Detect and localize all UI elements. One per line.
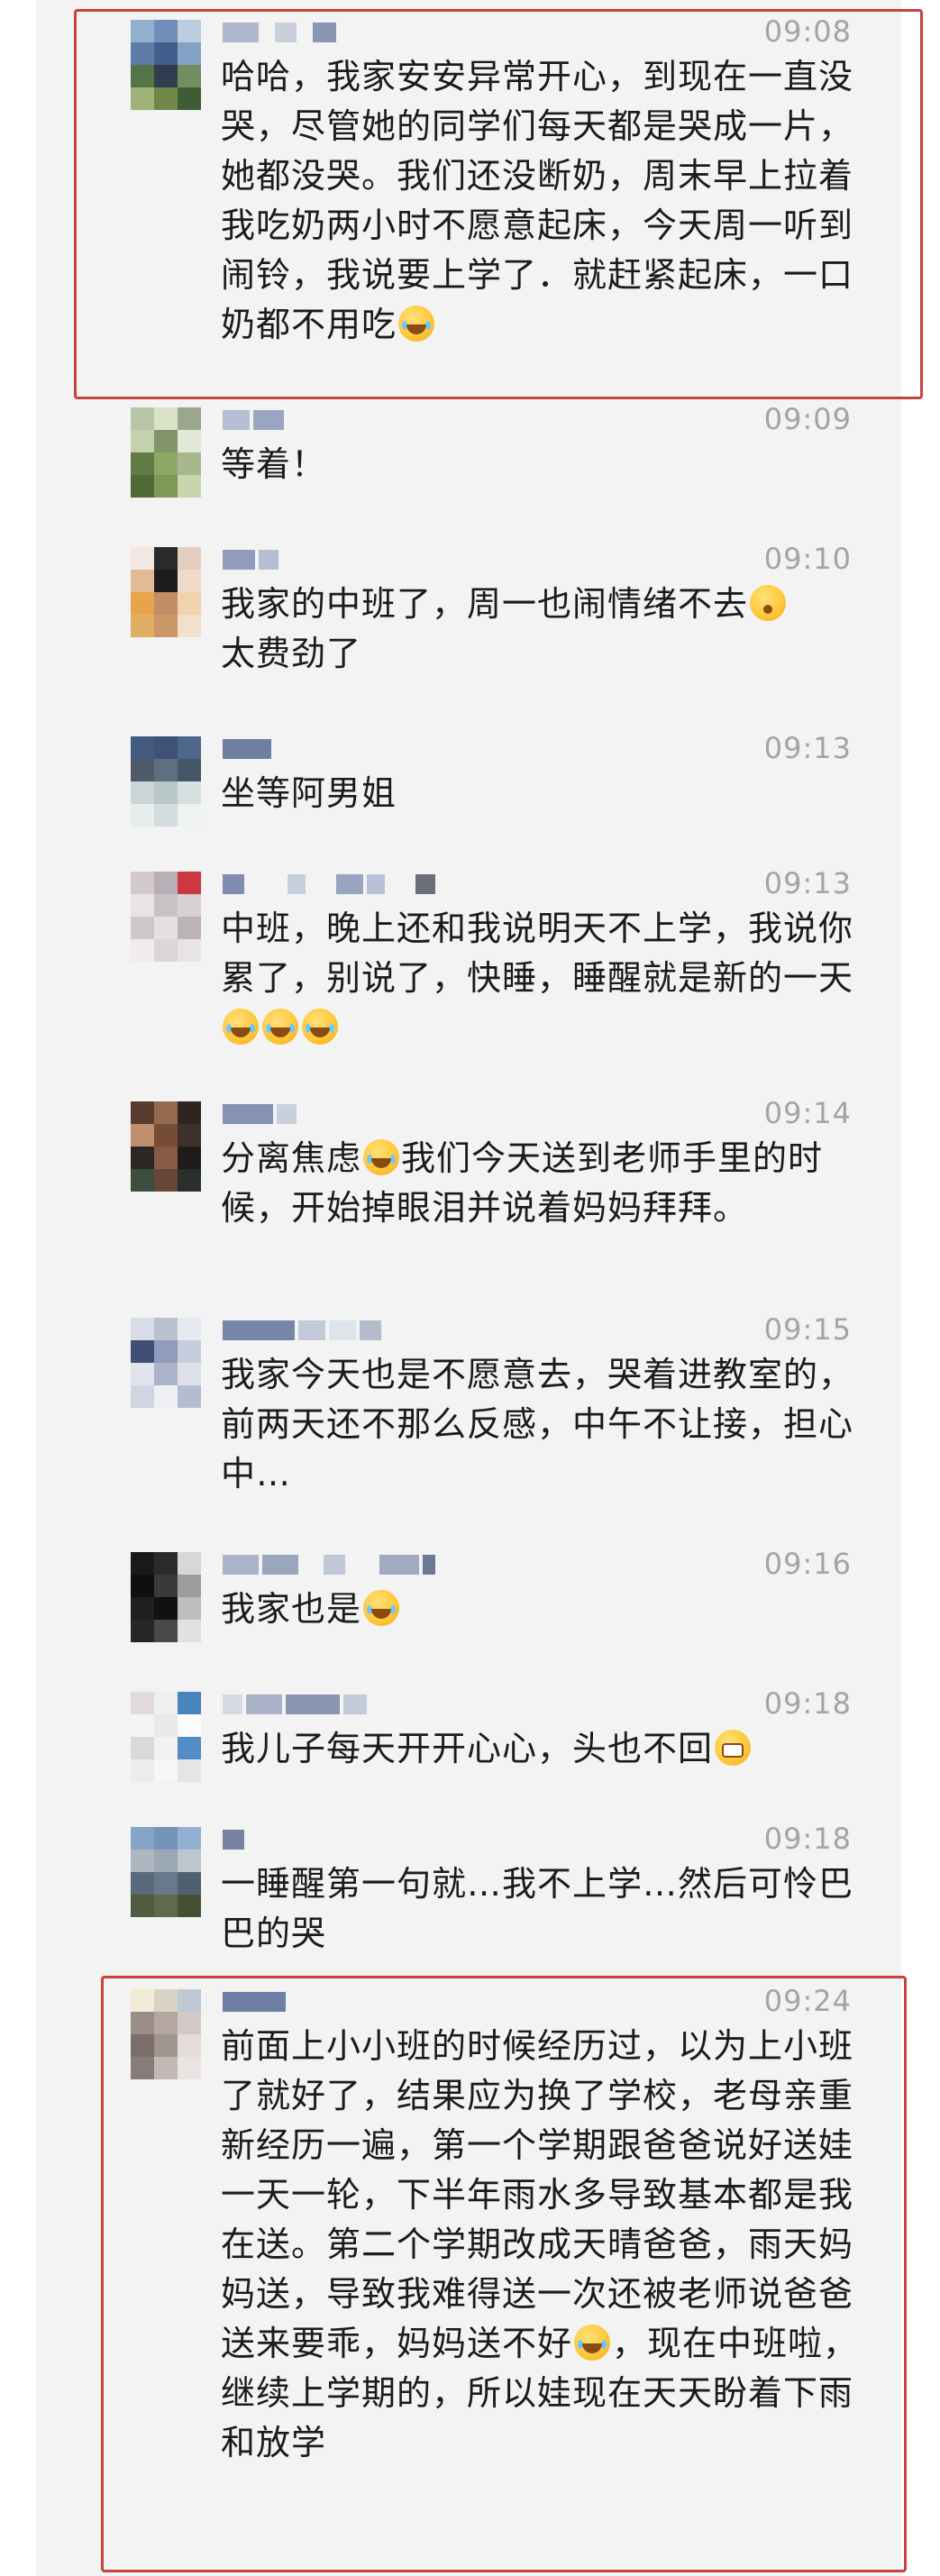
laugh-emoji-icon — [223, 1009, 259, 1045]
comment-item[interactable]: 09:14 分离焦虑 我们今天送到老师手里的时候，开始掉眼泪并说着妈妈拜拜。 — [36, 1082, 901, 1298]
timestamp: 09:10 — [763, 542, 852, 576]
comment-text: 等着！ — [221, 440, 861, 489]
comment-text-main: 中班，晚上还和我说明天不上学，我说你累了，别说了，快睡，睡醒就是新的一天 — [221, 909, 854, 998]
username-pixelated[interactable] — [223, 1318, 457, 1343]
comment-text: 我儿子每天开开心心，头也不回 — [221, 1724, 861, 1774]
avatar[interactable] — [131, 547, 201, 637]
comment-text: 我家的中班了，周一也闹情绪不去 太费劲了 — [221, 580, 861, 679]
avatar[interactable] — [131, 1692, 201, 1782]
timestamp: 09:09 — [763, 402, 852, 436]
username-pixelated[interactable] — [223, 1552, 457, 1577]
username-pixelated[interactable] — [223, 1101, 457, 1127]
grin-emoji-icon — [715, 1730, 752, 1766]
timestamp: 09:13 — [763, 731, 852, 765]
laugh-emoji-icon — [262, 1009, 298, 1045]
avatar[interactable] — [131, 736, 201, 827]
comment-text-main: 等着！ — [221, 444, 327, 484]
comment-item[interactable]: 09:18 一睡醒第一句就…我不上学…然后可怜巴巴的哭 — [36, 1807, 901, 1969]
comment-item[interactable]: 09:09 等着！ — [36, 388, 901, 527]
comment-text-main: 我家今天也是不愿意去，哭着进教室的，前两天还不那么反感，中午不让接，担心中… — [221, 1355, 854, 1494]
comment-text: 我家也是 — [221, 1585, 861, 1634]
avatar[interactable] — [131, 1552, 201, 1642]
avatar[interactable] — [131, 1318, 201, 1408]
timestamp: 09:13 — [763, 866, 852, 900]
laugh-emoji-icon — [363, 1139, 400, 1175]
comment-text: 坐等阿男姐 — [221, 769, 861, 818]
comment-text: 分离焦虑 我们今天送到老师手里的时候，开始掉眼泪并说着妈妈拜拜。 — [221, 1134, 861, 1233]
highlight-box — [101, 1976, 907, 2572]
comment-text: 我家今天也是不愿意去，哭着进教室的，前两天还不那么反感，中午不让接，担心中… — [221, 1350, 861, 1499]
comment-item[interactable]: 09:15 我家今天也是不愿意去，哭着进教室的，前两天还不那么反感，中午不让接，担… — [36, 1298, 901, 1532]
comment-text-main: 坐等阿男姐 — [221, 773, 397, 813]
worried-emoji-icon — [750, 585, 787, 621]
avatar[interactable] — [131, 1827, 201, 1917]
username-pixelated[interactable] — [223, 547, 457, 572]
timestamp: 09:16 — [763, 1547, 852, 1581]
avatar[interactable] — [131, 1101, 201, 1192]
username-pixelated[interactable] — [223, 872, 457, 897]
avatar[interactable] — [131, 872, 201, 962]
comment-text-main: 我儿子每天开开心心，头也不回 — [221, 1729, 714, 1768]
comment-text-main: 分离焦虑 — [221, 1138, 362, 1178]
comment-item[interactable]: 09:16 我家也是 — [36, 1532, 901, 1672]
username-pixelated[interactable] — [223, 1692, 457, 1717]
timestamp: 09:15 — [763, 1312, 852, 1347]
comment-item[interactable]: 09:10 我家的中班了，周一也闹情绪不去 太费劲了 — [36, 527, 901, 717]
timestamp: 09:18 — [763, 1822, 852, 1856]
comment-item[interactable]: 09:18 我儿子每天开开心心，头也不回 — [36, 1672, 901, 1807]
laugh-emoji-icon — [363, 1590, 400, 1626]
username-pixelated[interactable] — [223, 736, 457, 762]
timestamp: 09:14 — [763, 1096, 852, 1130]
comment-text-continued: 太费劲了 — [221, 634, 362, 673]
comment-text-main: 我家的中班了，周一也闹情绪不去 — [221, 584, 749, 624]
highlight-box — [74, 9, 923, 399]
comment-text-main: 一睡醒第一句就…我不上学…然后可怜巴巴的哭 — [221, 1864, 854, 1953]
comment-item[interactable]: 09:13 坐等阿男姐 — [36, 717, 901, 852]
comment-item[interactable]: 09:13 中班，晚上还和我说明天不上学，我说你累了，别说了，快睡，睡醒就是新的一… — [36, 852, 901, 1082]
timestamp: 09:18 — [763, 1686, 852, 1721]
comment-text-main: 我家也是 — [221, 1589, 362, 1629]
comment-text: 中班，晚上还和我说明天不上学，我说你累了，别说了，快睡，睡醒就是新的一天 — [221, 904, 861, 1053]
laugh-emoji-icon — [302, 1009, 338, 1045]
avatar[interactable] — [131, 407, 201, 498]
username-pixelated[interactable] — [223, 407, 457, 433]
comment-text: 一睡醒第一句就…我不上学…然后可怜巴巴的哭 — [221, 1859, 861, 1959]
username-pixelated[interactable] — [223, 1827, 457, 1852]
